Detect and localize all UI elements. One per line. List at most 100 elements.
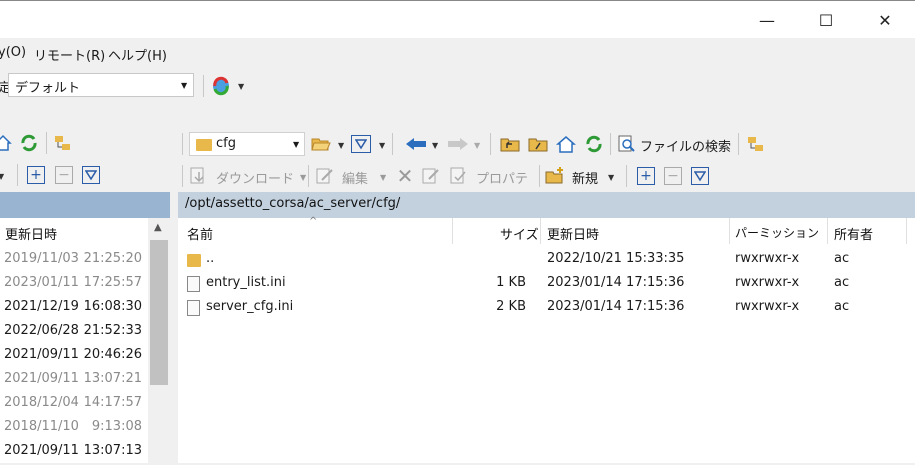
table-row[interactable]: .. 2022/10/21 15:33:35 rwxrwxr-x ac (178, 250, 908, 272)
deselect-all-button[interactable]: − (664, 167, 682, 185)
chevron-down-icon[interactable]: ▼ (238, 82, 244, 91)
find-files-button[interactable]: ファイルの検索 (616, 133, 734, 155)
column-separator[interactable] (729, 218, 730, 244)
select-all-button[interactable]: + (27, 166, 45, 184)
refresh-button[interactable] (582, 133, 606, 155)
filter-icon (355, 139, 367, 150)
filter-button[interactable] (82, 166, 100, 184)
home-button[interactable] (0, 132, 12, 154)
list-item[interactable]: 2023/01/11 17:25:57 (0, 275, 148, 297)
list-item[interactable]: 2018/12/04 14:17:57 (0, 395, 148, 417)
properties-button[interactable]: プロパティ (448, 165, 534, 206)
chevron-down-icon: ▼ (380, 173, 387, 182)
rename-icon (422, 168, 439, 184)
select-all-button[interactable]: + (637, 167, 655, 185)
file-owner: ac (834, 299, 850, 314)
download-label: ダウンロード (216, 172, 295, 187)
sync-browse-button[interactable] (209, 74, 233, 98)
file-modified: 2022/10/21 15:33:35 (547, 251, 685, 266)
modified-time: 21:25:20 (83, 251, 142, 266)
chevron-down-icon[interactable]: ▼ (379, 141, 385, 150)
modified-time: 9:13:08 (91, 419, 142, 434)
download-button[interactable]: ダウンロード ▼ (188, 165, 306, 187)
tree-toggle-button[interactable] (52, 132, 74, 154)
ini-file-icon (187, 300, 200, 316)
column-header-modified[interactable]: 更新日時 (5, 224, 57, 243)
modified-time: 13:07:13 (83, 443, 142, 458)
column-separator[interactable] (906, 218, 907, 244)
menu-item-partial[interactable]: y(O) (0, 45, 26, 60)
modified-time: 16:08:30 (83, 299, 142, 314)
minus-icon: − (58, 167, 70, 183)
close-button[interactable]: ✕ (862, 3, 908, 37)
column-separator[interactable] (452, 218, 453, 244)
table-row[interactable]: server_cfg.ini 2 KB 2023/01/14 17:15:36 rwx… (178, 298, 908, 320)
new-label: 新規 (572, 172, 599, 187)
separator (46, 132, 47, 154)
column-header-owner[interactable]: 所有者 (834, 224, 873, 243)
minimize-button[interactable]: — (744, 3, 790, 37)
deselect-all-button[interactable]: − (55, 166, 73, 184)
column-header-name[interactable]: 名前 (187, 224, 213, 243)
modified-time: 13:07:21 (83, 371, 142, 386)
parent-folder-icon (500, 138, 520, 152)
profile-select-value: デフォルト (15, 81, 81, 96)
list-item[interactable]: 2019/11/03 21:25:20 (0, 251, 148, 273)
list-item[interactable]: 2022/06/28 21:52:33 (0, 323, 148, 345)
forward-button[interactable] (446, 133, 470, 155)
rename-button[interactable] (420, 166, 442, 186)
column-header-size[interactable]: サイズ (500, 224, 539, 243)
right-file-list: 名前 ^ サイズ 更新日時 パーミッション 所有者 .. 2022/10/21 1… (178, 216, 915, 463)
title-bar: — ☐ ✕ (0, 0, 915, 38)
root-dir-button[interactable] (526, 133, 550, 155)
edit-button[interactable]: 編集 ▼ (314, 165, 386, 187)
parent-dir-button[interactable] (498, 133, 522, 155)
separator (182, 133, 183, 155)
back-button[interactable] (404, 133, 428, 155)
file-name: .. (206, 251, 215, 266)
list-item[interactable]: 2021/09/11 20:46:26 (0, 347, 148, 369)
minimize-icon: — (759, 10, 775, 30)
file-owner: ac (834, 275, 850, 290)
filter-button[interactable] (691, 167, 709, 185)
list-item[interactable]: 2018/11/10 9:13:08 (0, 419, 148, 441)
new-button[interactable]: 新規 ▼ (544, 165, 620, 187)
list-item[interactable]: 2021/12/19 16:08:30 (0, 299, 148, 321)
filter-button[interactable] (351, 135, 371, 153)
delete-button[interactable]: ✕ (394, 164, 416, 188)
table-row[interactable]: entry_list.ini 1 KB 2023/01/14 17:15:36 rwx… (178, 274, 908, 296)
chevron-down-icon[interactable]: ▼ (432, 141, 438, 150)
profile-select[interactable]: デフォルト ▼ (8, 73, 194, 97)
maximize-button[interactable]: ☐ (803, 3, 849, 37)
home-button[interactable] (554, 133, 578, 155)
menu-bar: y(O) リモート(R) ヘルプ(H) (0, 38, 915, 68)
open-folder-button[interactable] (309, 133, 333, 155)
chevron-down-icon: ▼ (608, 173, 615, 182)
chevron-down-icon[interactable]: ▼ (0, 172, 4, 181)
modified-time: 21:52:33 (83, 323, 142, 338)
modified-time: 14:17:57 (83, 395, 142, 410)
tree-toggle-button[interactable] (744, 133, 768, 155)
scrollbar-thumb[interactable] (150, 240, 168, 385)
list-item[interactable]: 2021/09/11 13:07:13 (0, 443, 148, 465)
menu-item-remote[interactable]: リモート(R) (34, 45, 105, 64)
scroll-up-icon[interactable]: ▲ (154, 222, 162, 233)
chevron-down-icon[interactable]: ▼ (474, 141, 480, 150)
folder-combo-value: cfg (216, 136, 236, 151)
panel-splitter[interactable] (170, 192, 178, 463)
column-separator[interactable] (540, 218, 541, 244)
column-header-modified[interactable]: 更新日時 (547, 224, 599, 243)
folder-combo[interactable]: cfg ▼ (189, 132, 305, 156)
modified-time: 20:46:26 (83, 347, 142, 362)
column-separator[interactable] (827, 218, 828, 244)
chevron-down-icon[interactable]: ▼ (338, 141, 344, 150)
separator (490, 133, 491, 155)
arrow-left-icon (406, 138, 426, 150)
list-item[interactable]: 2021/09/11 13:07:21 (0, 371, 148, 393)
menu-item-help[interactable]: ヘルプ(H) (108, 45, 167, 64)
filter-icon (694, 171, 706, 182)
column-header-permissions[interactable]: パーミッション (735, 224, 819, 241)
separator (539, 165, 540, 187)
folder-icon (196, 139, 212, 151)
refresh-button[interactable] (18, 132, 40, 154)
